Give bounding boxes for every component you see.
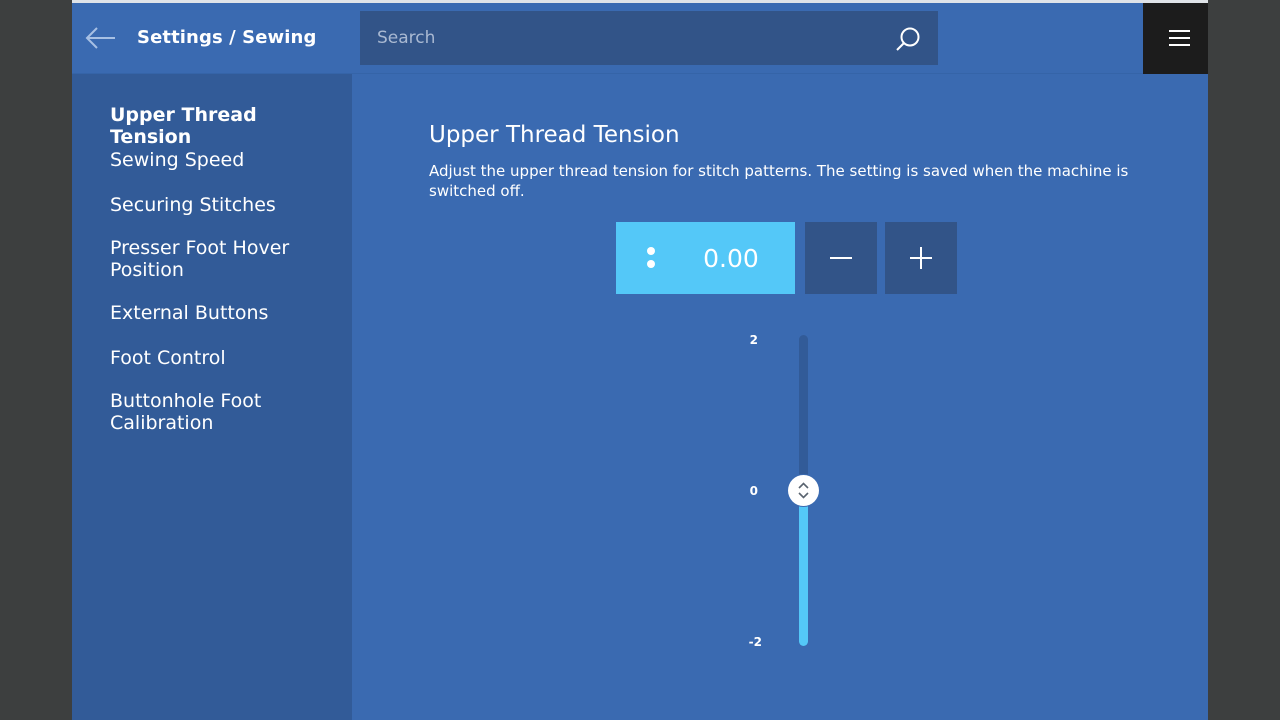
sidebar-item-buttonhole-foot-calibration[interactable]: Buttonhole Foot Calibration xyxy=(110,390,342,434)
app-window: Settings / Sewing Upper Thread Tension S… xyxy=(72,0,1208,720)
breadcrumb: Settings / Sewing xyxy=(137,27,317,48)
minus-icon xyxy=(830,257,852,259)
hamburger-menu-icon xyxy=(1169,30,1190,32)
search-box xyxy=(360,11,938,65)
menu-button[interactable] xyxy=(1143,3,1208,74)
up-down-chevron-icon xyxy=(798,482,809,499)
slider-min-label: -2 xyxy=(748,635,762,649)
search-button[interactable] xyxy=(894,25,922,53)
hamburger-menu-icon-line xyxy=(1169,37,1190,39)
decrease-button[interactable] xyxy=(805,222,877,294)
sidebar-item-external-buttons[interactable]: External Buttons xyxy=(110,302,342,324)
header-bar: Settings / Sewing xyxy=(72,3,1208,74)
arrow-left-icon xyxy=(85,27,115,49)
sidebar-item-foot-control[interactable]: Foot Control xyxy=(110,347,342,369)
slider-max-label: 2 xyxy=(749,333,758,347)
vertical-dots-icon xyxy=(647,247,655,269)
sidebar-item-upper-thread-tension[interactable]: Upper Thread Tension xyxy=(110,104,342,148)
search-input[interactable] xyxy=(360,11,880,65)
sidebar-item-securing-stitches[interactable]: Securing Stitches xyxy=(110,194,342,216)
sidebar-item-sewing-speed[interactable]: Sewing Speed xyxy=(110,149,342,171)
plus-icon xyxy=(910,247,932,269)
tension-value: 0.00 xyxy=(703,244,759,273)
main-content: Upper Thread Tension Adjust the upper th… xyxy=(352,74,1208,720)
page-description: Adjust the upper thread tension for stit… xyxy=(429,162,1129,200)
tension-value-display[interactable]: 0.00 xyxy=(616,222,795,294)
back-button[interactable] xyxy=(84,23,118,53)
sidebar: Upper Thread Tension Sewing Speed Securi… xyxy=(72,74,352,720)
hamburger-menu-icon-line xyxy=(1169,44,1190,46)
slider-mid-label: 0 xyxy=(749,484,758,498)
page-title: Upper Thread Tension xyxy=(429,122,680,148)
increase-button[interactable] xyxy=(885,222,957,294)
sidebar-item-presser-foot-hover-position[interactable]: Presser Foot Hover Position xyxy=(110,237,342,281)
tension-slider-handle[interactable] xyxy=(788,475,819,506)
search-icon xyxy=(896,27,920,51)
